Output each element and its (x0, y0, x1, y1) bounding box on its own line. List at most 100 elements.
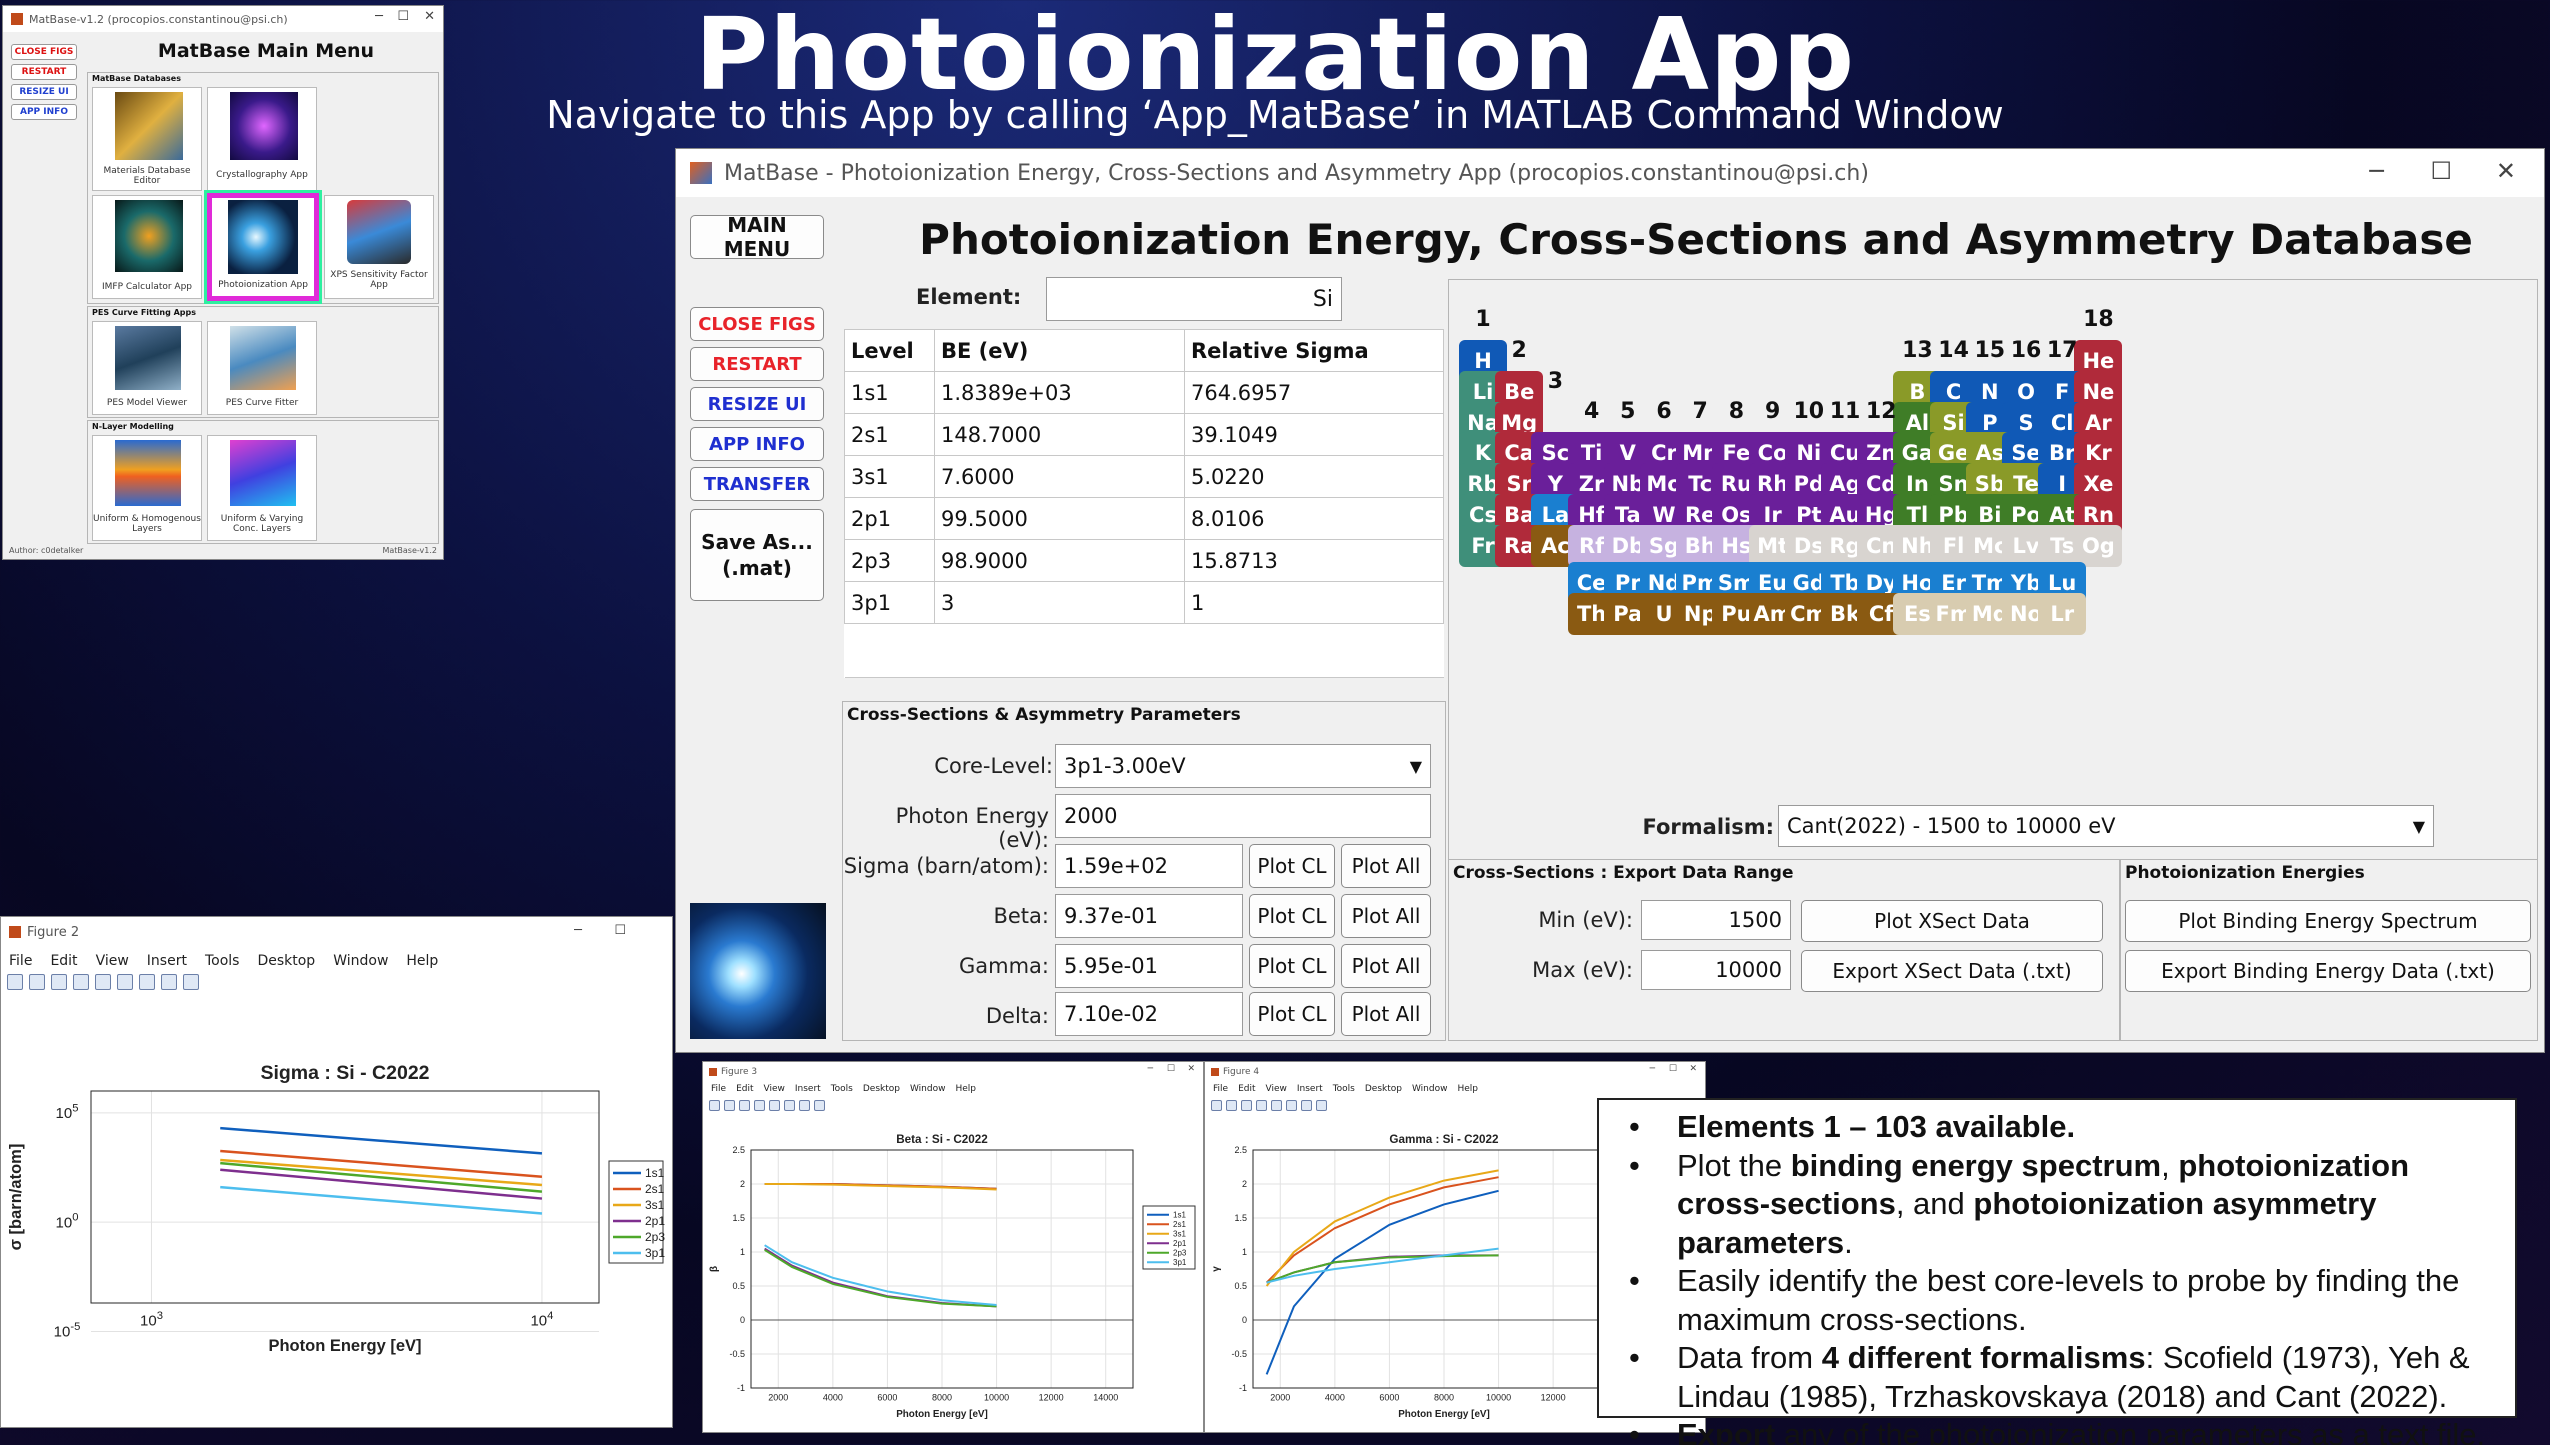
table-row[interactable]: 2s1 148.7000 39.1049 (844, 413, 1444, 456)
gamma-field[interactable]: 5.95e-01 (1055, 944, 1243, 988)
materials-database-editor-tile[interactable]: Materials Database Editor (92, 87, 202, 191)
formalism-dropdown[interactable]: Cant(2022) - 1500 to 10000 eV ▼ (1778, 805, 2434, 847)
minimize-icon[interactable]: ─ (1148, 1064, 1153, 1074)
pes-curve-fitter-tile[interactable]: PES Curve Fitter (207, 321, 317, 415)
menu-desktop[interactable]: Desktop (257, 953, 315, 969)
uniform-homogenous-layers-tile[interactable]: Uniform & Homogenous Layers (92, 435, 202, 541)
beta-plot-cl-button[interactable]: Plot CL (1249, 894, 1335, 938)
pointer-icon[interactable] (161, 974, 177, 990)
maximize-icon[interactable]: ☐ (1167, 1064, 1175, 1074)
sigma-plot-cl-button[interactable]: Plot CL (1249, 844, 1335, 888)
photoionization-app-tile[interactable]: Photoionization App (207, 193, 319, 301)
close-figs-button[interactable]: CLOSE FIGS (690, 307, 824, 341)
table-row[interactable]: 3p1 3 1 (844, 581, 1444, 624)
sigma-chart[interactable]: 103 104 105 100 10-5 Sigma : Si - C2022 Photon… (1, 995, 671, 1425)
close-icon[interactable]: ✕ (2496, 157, 2516, 185)
beta-plot-all-button[interactable]: Plot All (1341, 894, 1431, 938)
imfp-calculator-tile[interactable]: IMFP Calculator App (92, 195, 202, 299)
open-icon[interactable] (29, 974, 45, 990)
new-figure-icon[interactable] (709, 1100, 720, 1111)
plot-binding-energy-button[interactable]: Plot Binding Energy Spectrum (2125, 900, 2531, 942)
close-icon[interactable]: ✕ (1187, 1064, 1195, 1074)
menu-edit[interactable]: Edit (736, 1084, 753, 1094)
open-icon[interactable] (1226, 1100, 1237, 1111)
colorbar-icon[interactable] (1286, 1100, 1297, 1111)
save-icon[interactable] (739, 1100, 750, 1111)
open-icon[interactable] (724, 1100, 735, 1111)
photon-energy-input[interactable]: 2000 (1055, 794, 1431, 838)
mm-app-info-button[interactable]: APP INFO (11, 104, 77, 120)
pes-model-viewer-tile[interactable]: PES Model Viewer (92, 321, 202, 415)
delta-field[interactable]: 7.10e-02 (1055, 992, 1243, 1036)
varying-conc-layers-tile[interactable]: Uniform & Varying Conc. Layers (207, 435, 317, 541)
main-menu-button[interactable]: MAIN MENU (690, 213, 824, 261)
table-row[interactable]: 2p1 99.5000 8.0106 (844, 497, 1444, 540)
maximize-icon[interactable]: ☐ (397, 9, 409, 24)
menu-tools[interactable]: Tools (831, 1084, 853, 1094)
export-binding-energy-button[interactable]: Export Binding Energy Data (.txt) (2125, 950, 2531, 992)
element-og[interactable]: Og (2074, 524, 2123, 567)
colorbar-icon[interactable] (784, 1100, 795, 1111)
xps-sensitivity-tile[interactable]: XPS Sensitivity Factor App (324, 195, 434, 299)
delta-plot-all-button[interactable]: Plot All (1341, 992, 1431, 1036)
legend-icon[interactable] (1301, 1100, 1312, 1111)
close-icon[interactable]: ✕ (424, 9, 435, 24)
link-icon[interactable] (1271, 1100, 1282, 1111)
menu-insert[interactable]: Insert (1297, 1084, 1323, 1094)
legend-icon[interactable] (799, 1100, 810, 1111)
mm-resize-ui-button[interactable]: RESIZE UI (11, 84, 77, 100)
menu-insert[interactable]: Insert (795, 1084, 821, 1094)
core-level-dropdown[interactable]: 3p1-3.00eV ▼ (1055, 744, 1431, 788)
print-icon[interactable] (754, 1100, 765, 1111)
maximize-icon[interactable]: ☐ (1669, 1064, 1677, 1074)
maximize-icon[interactable]: ☐ (2430, 157, 2452, 185)
col-be-header[interactable]: BE (eV) (934, 329, 1185, 372)
sigma-field[interactable]: 1.59e+02 (1055, 844, 1243, 888)
pointer-icon[interactable] (814, 1100, 825, 1111)
new-figure-icon[interactable] (1211, 1100, 1222, 1111)
close-icon[interactable]: ✕ (1689, 1064, 1697, 1074)
menu-view[interactable]: View (96, 953, 129, 969)
plot-xsect-data-button[interactable]: Plot XSect Data (1801, 900, 2103, 942)
new-figure-icon[interactable] (7, 974, 23, 990)
beta-field[interactable]: 9.37e-01 (1055, 894, 1243, 938)
menu-window[interactable]: Window (1412, 1084, 1448, 1094)
table-row[interactable]: 2p3 98.9000 15.8713 (844, 539, 1444, 582)
menu-file[interactable]: File (9, 953, 32, 969)
resize-ui-button[interactable]: RESIZE UI (690, 387, 824, 421)
save-as-mat-button[interactable]: Save As... (.mat) (690, 509, 824, 601)
menu-window[interactable]: Window (910, 1084, 946, 1094)
link-icon[interactable] (95, 974, 111, 990)
col-sigma-header[interactable]: Relative Sigma (1184, 329, 1444, 372)
menu-edit[interactable]: Edit (50, 953, 77, 969)
save-icon[interactable] (1241, 1100, 1252, 1111)
colorbar-icon[interactable] (117, 974, 133, 990)
menu-help[interactable]: Help (1457, 1084, 1478, 1094)
menu-window[interactable]: Window (333, 953, 388, 969)
restart-button[interactable]: RESTART (690, 347, 824, 381)
menu-tools[interactable]: Tools (1333, 1084, 1355, 1094)
min-ev-input[interactable]: 1500 (1641, 900, 1791, 940)
menu-desktop[interactable]: Desktop (1365, 1084, 1402, 1094)
delta-plot-cl-button[interactable]: Plot CL (1249, 992, 1335, 1036)
export-xsect-data-button[interactable]: Export XSect Data (.txt) (1801, 950, 2103, 992)
menu-help[interactable]: Help (406, 953, 438, 969)
menu-edit[interactable]: Edit (1238, 1084, 1255, 1094)
gamma-plot-cl-button[interactable]: Plot CL (1249, 944, 1335, 988)
transfer-button[interactable]: TRANSFER (690, 467, 824, 501)
property-icon[interactable] (183, 974, 199, 990)
menu-tools[interactable]: Tools (205, 953, 240, 969)
crystallography-app-tile[interactable]: Crystallography App (207, 87, 317, 191)
mm-close-figs-button[interactable]: CLOSE FIGS (11, 44, 77, 60)
col-level-header[interactable]: Level (844, 329, 935, 372)
minimize-icon[interactable]: ─ (375, 9, 383, 24)
menu-file[interactable]: File (1213, 1084, 1228, 1094)
menu-view[interactable]: View (764, 1084, 785, 1094)
element-lr[interactable]: Lr (2038, 592, 2087, 635)
core-level-table[interactable]: Level BE (eV) Relative Sigma 1s1 1.8389e+03… (844, 329, 1444, 678)
print-icon[interactable] (73, 974, 89, 990)
menu-file[interactable]: File (711, 1084, 726, 1094)
menu-desktop[interactable]: Desktop (863, 1084, 900, 1094)
max-ev-input[interactable]: 10000 (1641, 950, 1791, 990)
element-field[interactable]: Si (1046, 277, 1342, 321)
